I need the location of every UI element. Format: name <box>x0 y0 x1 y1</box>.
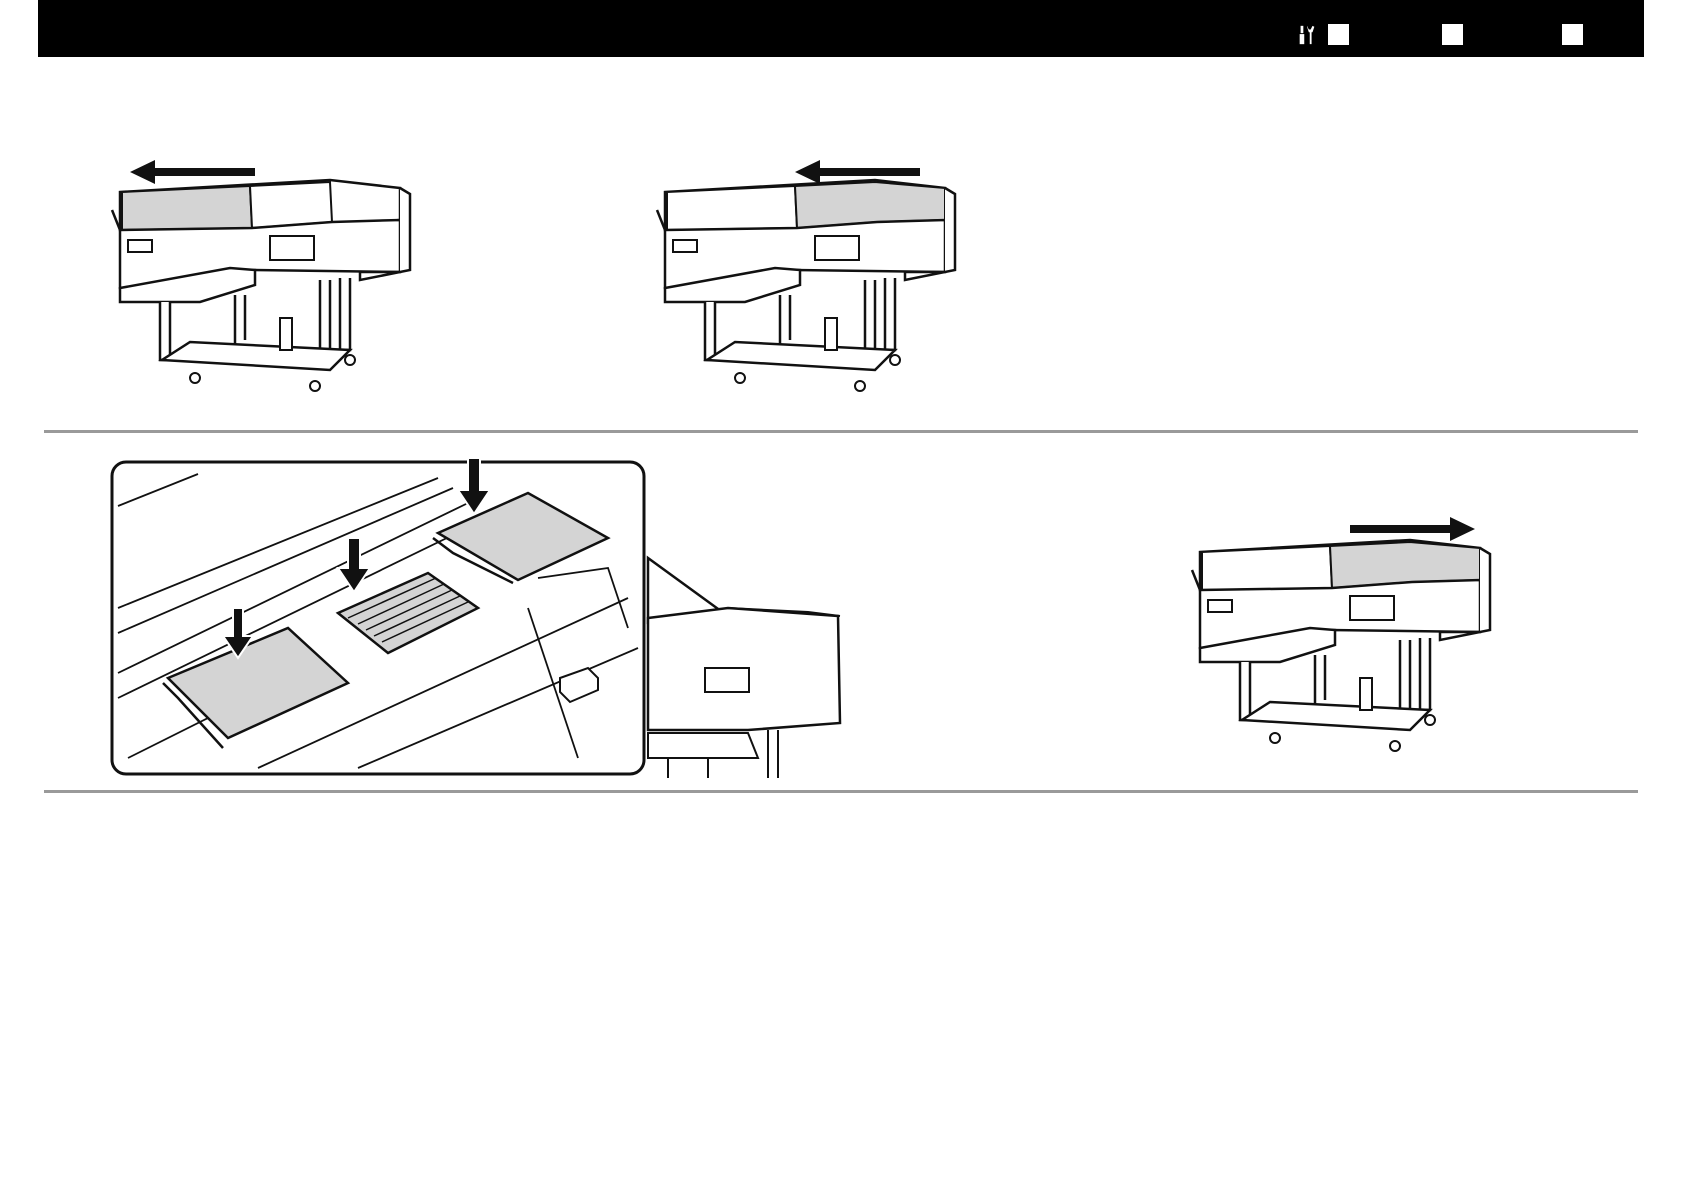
header-bar <box>38 0 1644 57</box>
section-separator <box>44 790 1638 793</box>
nav-box-1[interactable] <box>1328 24 1349 45</box>
cleaning-pads-detail-illustration <box>108 458 848 778</box>
maintenance-icon <box>1299 25 1315 45</box>
printer-illustration-left-cover <box>100 150 430 420</box>
nav-box-2[interactable] <box>1442 24 1463 45</box>
nav-box-3[interactable] <box>1562 24 1583 45</box>
printer-illustration-close-cover <box>1180 510 1510 780</box>
section-separator <box>44 430 1638 433</box>
printer-illustration-right-cover <box>645 150 975 420</box>
